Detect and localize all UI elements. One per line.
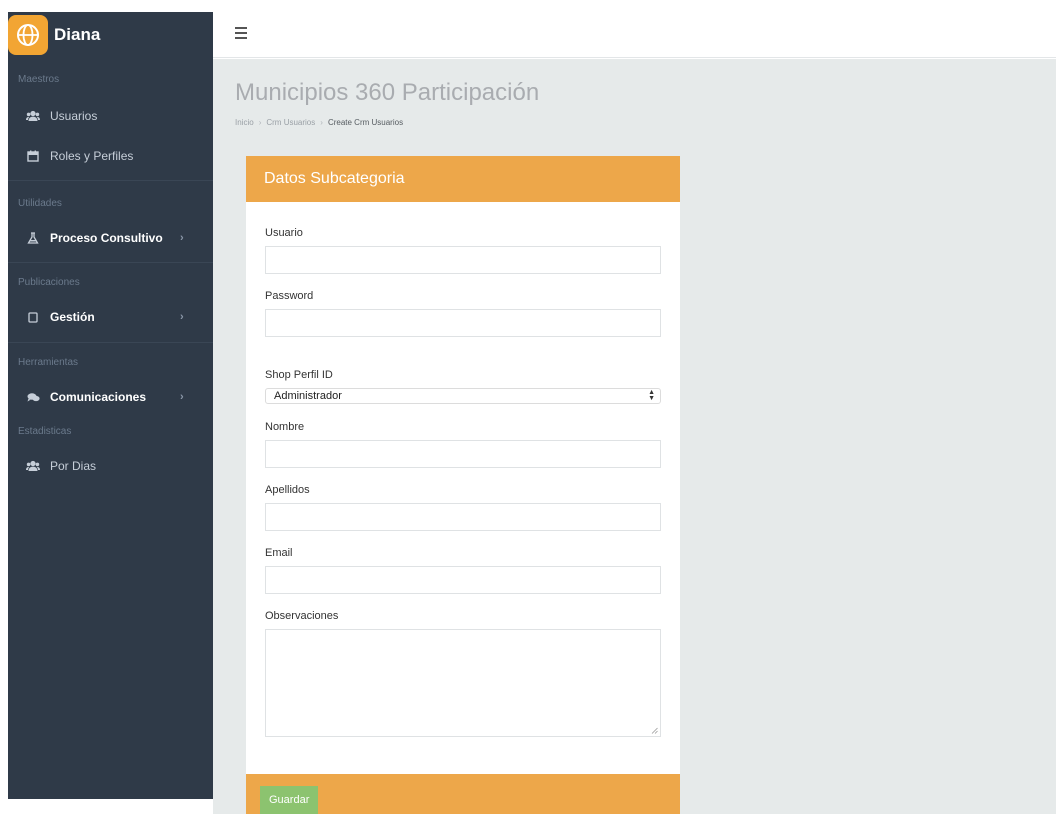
password-label: Password <box>265 290 314 302</box>
sidebar-item-roles[interactable]: Roles y Perfiles <box>8 149 213 163</box>
breadcrumb: Inicio › Crm Usuarios › Create Crm Usuar… <box>235 118 403 127</box>
menu-toggle-icon[interactable] <box>235 27 247 39</box>
panel-header: Datos Subcategoria <box>246 156 680 202</box>
tablet-icon <box>26 310 40 324</box>
apellidos-label: Apellidos <box>265 484 310 496</box>
sidebar-divider <box>8 342 213 343</box>
page-title: Municipios 360 Participación <box>235 79 540 106</box>
perfil-label: Shop Perfil ID <box>265 369 333 381</box>
top-bar <box>213 12 1056 58</box>
email-input[interactable] <box>265 566 661 594</box>
apellidos-input[interactable] <box>265 503 661 531</box>
email-label: Email <box>265 547 293 559</box>
sidebar-item-gestion[interactable]: Gestión › <box>8 310 213 324</box>
form-panel: Datos Subcategoria Usuario Password Shop… <box>246 156 680 814</box>
section-label-publicaciones: Publicaciones <box>18 277 80 288</box>
section-label-estadisticas: Estadisticas <box>18 426 72 437</box>
sidebar-item-comunicaciones[interactable]: Comunicaciones › <box>8 390 213 404</box>
password-input[interactable] <box>265 309 661 337</box>
sidebar-item-por-dias[interactable]: Por Dias <box>8 459 213 473</box>
observaciones-textarea[interactable] <box>265 629 661 737</box>
nombre-label: Nombre <box>265 421 305 433</box>
sidebar-item-label: Proceso Consultivo <box>50 231 163 245</box>
main-content: Municipios 360 Participación Inicio › Cr… <box>213 59 1056 814</box>
section-label-utilidades: Utilidades <box>18 198 62 209</box>
users-icon <box>26 109 40 123</box>
calendar-icon <box>26 149 40 163</box>
chevron-right-icon: › <box>180 232 184 244</box>
sidebar-item-proceso-consultivo[interactable]: Proceso Consultivo › <box>8 231 213 245</box>
comments-icon <box>26 390 40 404</box>
chevron-right-icon: › <box>258 118 262 127</box>
sidebar-item-usuarios[interactable]: Usuarios <box>8 109 213 123</box>
save-button[interactable]: Guardar <box>260 786 319 814</box>
brand-name: Diana <box>54 25 101 44</box>
sidebar-item-label: Gestión <box>50 310 95 324</box>
observaciones-label: Observaciones <box>265 610 339 622</box>
flask-icon <box>26 231 40 245</box>
brand[interactable]: Diana <box>8 12 213 58</box>
chevron-right-icon: › <box>180 391 184 403</box>
chevron-right-icon: › <box>180 311 184 323</box>
sidebar: Diana Maestros Usuarios Roles y Perfiles… <box>8 12 213 799</box>
breadcrumb-current: Create Crm Usuarios <box>327 118 404 127</box>
logo-icon <box>8 15 48 55</box>
nombre-input[interactable] <box>265 440 661 468</box>
perfil-select-value: Administrador <box>274 390 342 402</box>
sidebar-divider <box>8 180 213 181</box>
sidebar-item-label: Comunicaciones <box>50 390 147 404</box>
chevron-right-icon: › <box>320 118 323 127</box>
usuario-input[interactable] <box>265 246 661 274</box>
panel-footer: Guardar <box>246 774 680 814</box>
sidebar-item-label: Usuarios <box>50 109 98 123</box>
sidebar-divider <box>8 262 213 263</box>
sidebar-item-label: Por Dias <box>50 459 97 473</box>
sidebar-item-label: Roles y Perfiles <box>50 149 134 163</box>
select-arrows-icon: ▲ ▼ <box>648 389 655 402</box>
perfil-select[interactable]: Administrador ▲ ▼ <box>265 388 661 404</box>
section-label-herramientas: Herramientas <box>18 357 79 368</box>
users-icon <box>26 459 40 473</box>
usuario-label: Usuario <box>265 227 303 239</box>
breadcrumb-link-crm-usuarios[interactable]: Crm Usuarios <box>266 118 315 127</box>
panel-title: Datos Subcategoria <box>264 170 405 187</box>
breadcrumb-link-inicio[interactable]: Inicio <box>235 118 254 127</box>
resize-grip-icon[interactable] <box>651 727 658 734</box>
section-label-maestros: Maestros <box>18 74 60 85</box>
